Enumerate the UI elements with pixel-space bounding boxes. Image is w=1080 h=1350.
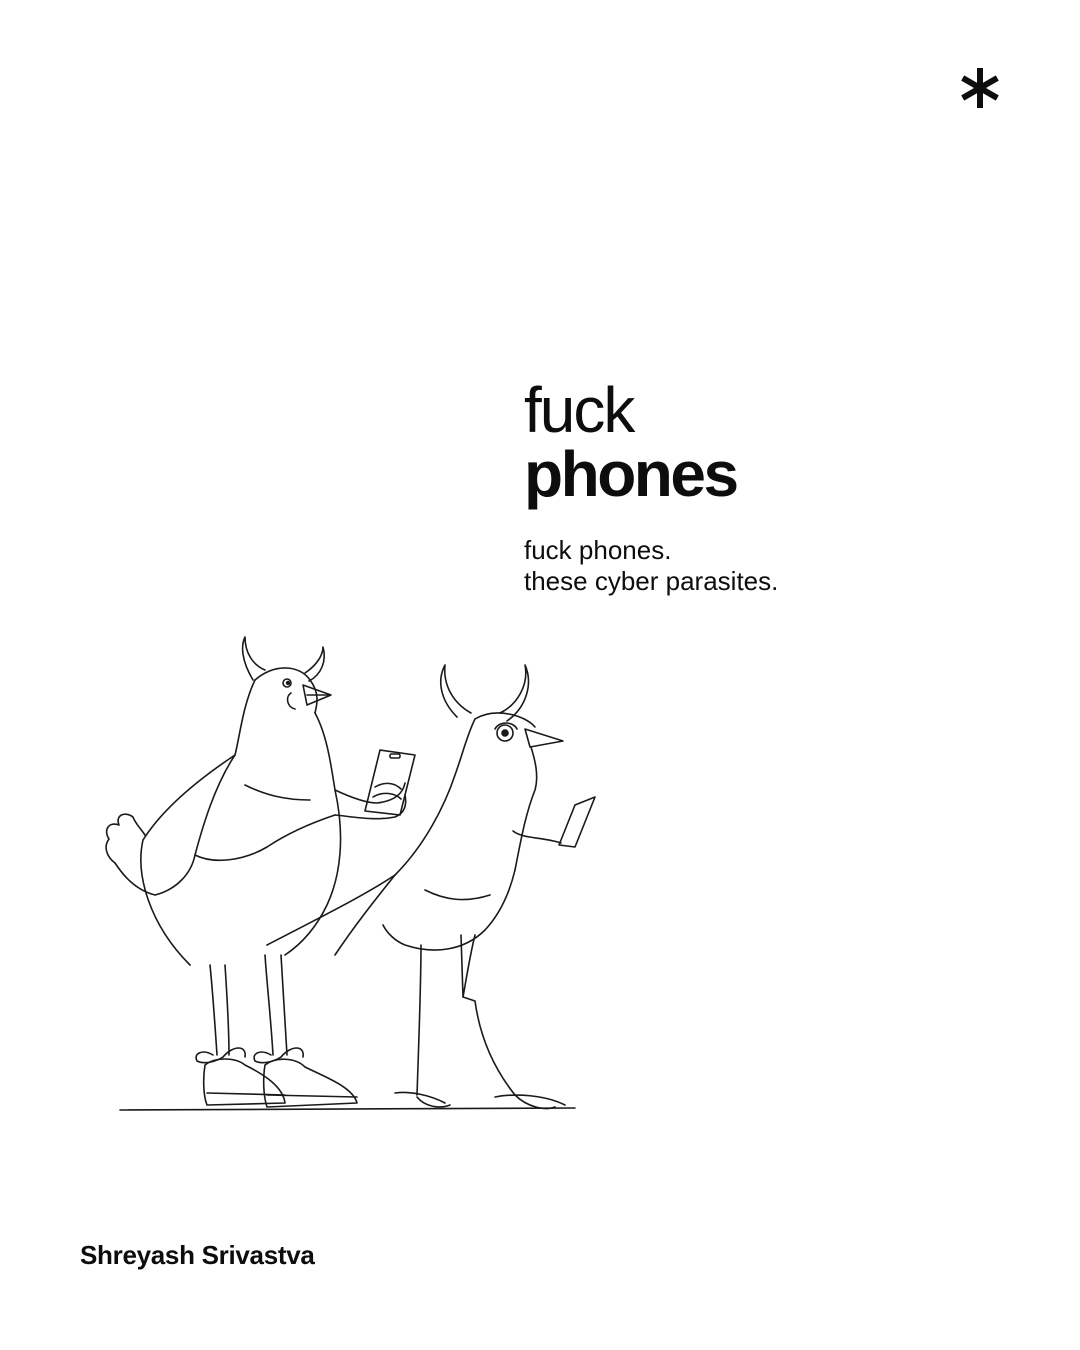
right-bird-phone bbox=[558, 796, 596, 848]
title-line-2: phones bbox=[524, 438, 739, 510]
left-bird-phone bbox=[364, 749, 416, 816]
left-shoe bbox=[202, 1058, 286, 1106]
subtitle: fuck phones. these cyber parasites. bbox=[524, 535, 778, 597]
title-line-1: fuck bbox=[524, 374, 635, 446]
asterisk-icon bbox=[961, 68, 999, 108]
left-bird-horn-2 bbox=[304, 646, 325, 682]
left-bird-horn bbox=[241, 636, 266, 681]
subtitle-line-1: fuck phones. bbox=[524, 535, 672, 565]
subtitle-line-2: these cyber parasites. bbox=[524, 566, 779, 596]
right-shoe bbox=[262, 1058, 358, 1108]
right-bird-horn bbox=[439, 664, 472, 718]
birds-illustration bbox=[105, 636, 596, 1111]
title-block: fuck phones bbox=[524, 374, 739, 510]
author-name: Shreyash Srivastva bbox=[80, 1240, 315, 1270]
ground-line bbox=[119, 1107, 576, 1111]
right-bird-beak bbox=[524, 728, 564, 748]
